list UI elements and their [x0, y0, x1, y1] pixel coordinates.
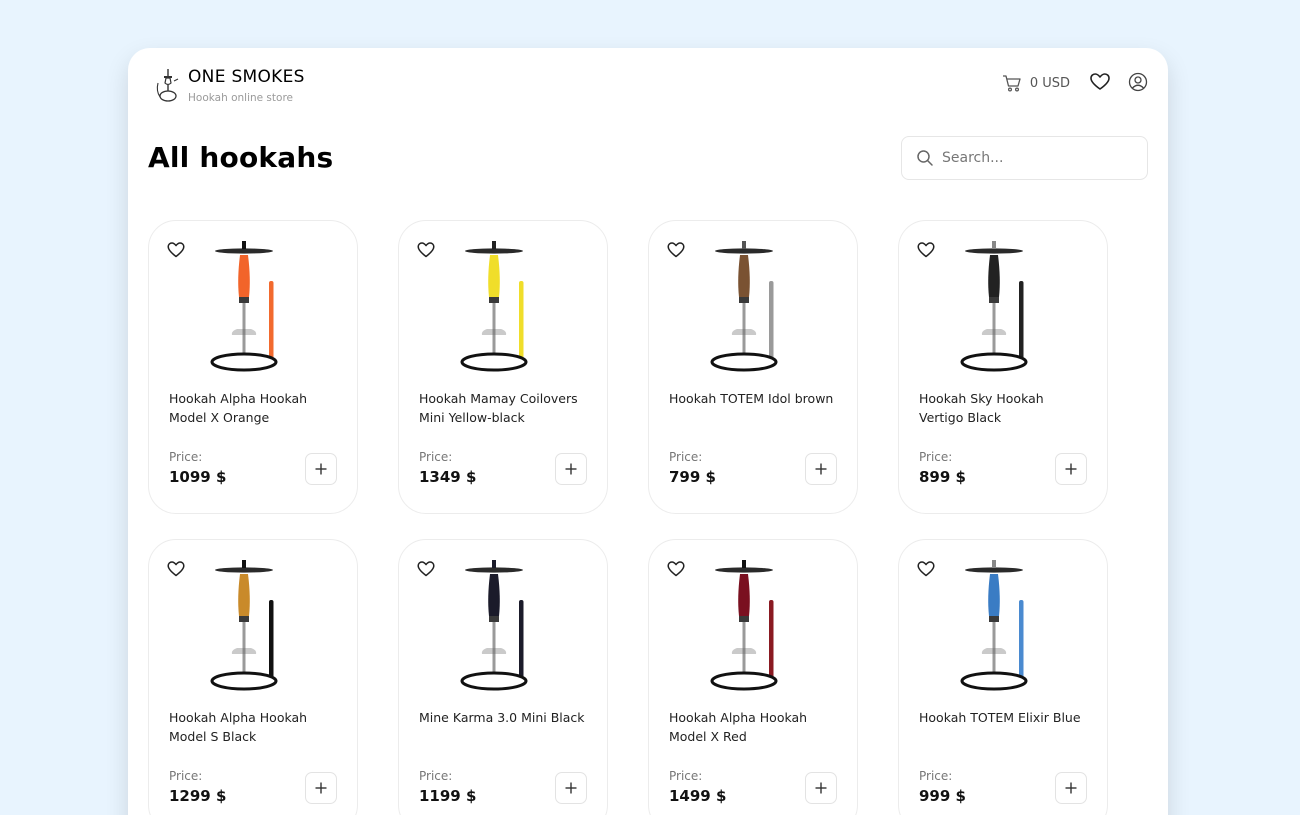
product-name[interactable]: Hookah Alpha Hookah Model X Orange [169, 389, 339, 427]
product-card[interactable]: Hookah TOTEM Elixir Blue Price: 999 $ [898, 539, 1108, 815]
plus-icon [815, 782, 827, 794]
favorite-heart-icon[interactable] [167, 241, 185, 259]
add-to-cart-button[interactable] [555, 772, 587, 804]
search-box[interactable] [901, 136, 1148, 180]
price-label: Price: [169, 769, 203, 783]
product-image[interactable] [949, 239, 1059, 377]
brand-title: ONE SMOKES [188, 67, 305, 87]
product-name[interactable]: Mine Karma 3.0 Mini Black [419, 708, 589, 727]
add-to-cart-button[interactable] [305, 772, 337, 804]
product-price: 899 $ [919, 468, 966, 486]
add-to-cart-button[interactable] [305, 453, 337, 485]
product-price: 1099 $ [169, 468, 227, 486]
search-input[interactable] [942, 150, 1132, 166]
heart-icon[interactable] [1090, 72, 1110, 92]
favorite-heart-icon[interactable] [917, 560, 935, 578]
plus-icon [315, 782, 327, 794]
product-name[interactable]: Hookah Mamay Coilovers Mini Yellow-black [419, 389, 589, 427]
product-name[interactable]: Hookah Sky Hookah Vertigo Black [919, 389, 1089, 427]
header-actions: 0 USD [1002, 72, 1148, 92]
product-image[interactable] [699, 239, 809, 377]
plus-icon [815, 463, 827, 475]
product-image[interactable] [449, 558, 559, 696]
product-card[interactable]: Hookah Alpha Hookah Model X Red Price: 1… [648, 539, 858, 815]
product-image[interactable] [449, 239, 559, 377]
user-icon[interactable] [1128, 72, 1148, 92]
brand-logo[interactable]: ONE SMOKES Hookah online store [154, 67, 305, 104]
favorite-heart-icon[interactable] [417, 241, 435, 259]
favorite-heart-icon[interactable] [167, 560, 185, 578]
add-to-cart-button[interactable] [1055, 453, 1087, 485]
brand-subtitle: Hookah online store [188, 92, 293, 104]
product-price: 999 $ [919, 787, 966, 805]
product-price: 1199 $ [419, 787, 477, 805]
product-card[interactable]: Hookah Mamay Coilovers Mini Yellow-black… [398, 220, 608, 514]
favorite-heart-icon[interactable] [667, 241, 685, 259]
product-price: 1299 $ [169, 787, 227, 805]
add-to-cart-button[interactable] [805, 772, 837, 804]
plus-icon [315, 463, 327, 475]
product-card[interactable]: Hookah Alpha Hookah Model S Black Price:… [148, 539, 358, 815]
product-image[interactable] [199, 558, 309, 696]
app-window: ONE SMOKES Hookah online store 0 USD All… [128, 48, 1168, 815]
product-image[interactable] [949, 558, 1059, 696]
price-label: Price: [419, 769, 453, 783]
product-card[interactable]: Hookah Sky Hookah Vertigo Black Price: 8… [898, 220, 1108, 514]
plus-icon [565, 782, 577, 794]
favorite-heart-icon[interactable] [917, 241, 935, 259]
product-image[interactable] [199, 239, 309, 377]
page-title: All hookahs [148, 141, 334, 174]
add-to-cart-button[interactable] [805, 453, 837, 485]
add-to-cart-button[interactable] [555, 453, 587, 485]
product-name[interactable]: Hookah Alpha Hookah Model S Black [169, 708, 339, 746]
product-name[interactable]: Hookah TOTEM Elixir Blue [919, 708, 1089, 727]
product-card[interactable]: Hookah TOTEM Idol brown Price: 799 $ [648, 220, 858, 514]
product-price: 1499 $ [669, 787, 727, 805]
plus-icon [1065, 782, 1077, 794]
hookah-logo-icon [156, 69, 179, 102]
favorite-heart-icon[interactable] [667, 560, 685, 578]
search-icon [917, 150, 933, 166]
product-card[interactable]: Mine Karma 3.0 Mini Black Price: 1199 $ [398, 539, 608, 815]
favorite-heart-icon[interactable] [417, 560, 435, 578]
price-label: Price: [169, 450, 203, 464]
plus-icon [565, 463, 577, 475]
product-name[interactable]: Hookah TOTEM Idol brown [669, 389, 839, 408]
add-to-cart-button[interactable] [1055, 772, 1087, 804]
cart-icon [1002, 75, 1021, 92]
plus-icon [1065, 463, 1077, 475]
price-label: Price: [419, 450, 453, 464]
price-label: Price: [919, 769, 953, 783]
product-card[interactable]: Hookah Alpha Hookah Model X Orange Price… [148, 220, 358, 514]
cart-total: 0 USD [1029, 75, 1070, 91]
product-name[interactable]: Hookah Alpha Hookah Model X Red [669, 708, 839, 746]
price-label: Price: [669, 450, 703, 464]
product-price: 799 $ [669, 468, 716, 486]
cart-button[interactable]: 0 USD [1002, 74, 1070, 92]
price-label: Price: [669, 769, 703, 783]
product-image[interactable] [699, 558, 809, 696]
product-price: 1349 $ [419, 468, 477, 486]
price-label: Price: [919, 450, 953, 464]
